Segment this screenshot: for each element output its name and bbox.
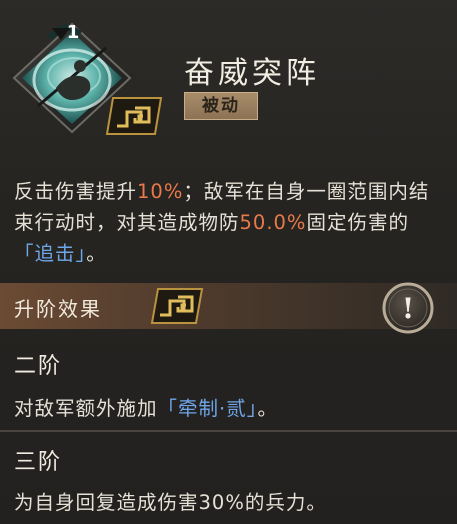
skill-description: 反击伤害提升10%；敌军在自身一圈范围内结束行动时，对其造成物防50.0%固定伤… xyxy=(14,176,444,269)
stage-3-title: 三阶 xyxy=(14,450,63,475)
skill-tooltip-panel: 1 奋威突阵 被动 反击伤害提升10%；敌军在自身一圈范围内结束行动时，对其造成… xyxy=(0,0,457,524)
desc-text: 固定伤害的 xyxy=(306,211,409,234)
exclamation-icon[interactable]: ! xyxy=(378,278,438,338)
stage-2-text-suffix: 。 xyxy=(257,397,278,420)
info-symbol: ! xyxy=(402,292,414,325)
section-divider xyxy=(0,430,457,432)
pursuit-status-link[interactable]: 「追击」 xyxy=(14,242,86,265)
stage-2-text-prefix: 对敌军额外施加 xyxy=(14,397,158,420)
stage-3-text: 为自身回复造成伤害30%的兵力。 xyxy=(14,491,327,514)
skill-name: 奋威突阵 xyxy=(184,56,320,91)
gold-meander-emblem-icon xyxy=(150,288,204,324)
upgrade-effect-title: 升阶效果 xyxy=(14,297,102,321)
skill-type-tag: 被动 xyxy=(184,92,258,120)
stage-2-title: 二阶 xyxy=(14,354,63,379)
skill-level-badge: 1 xyxy=(66,22,80,43)
desc-text: 。 xyxy=(86,242,107,265)
desc-value-counter-damage: 10% xyxy=(137,180,184,203)
stage-2-text: 对敌军额外施加「牵制·贰」。 xyxy=(14,392,278,421)
gold-meander-emblem-icon xyxy=(105,97,163,135)
desc-value-fixed-damage: 50.0% xyxy=(239,211,307,234)
desc-text: 反击伤害提升 xyxy=(14,180,138,203)
restrain-status-link[interactable]: 「牵制·贰」 xyxy=(158,397,258,420)
skill-header: 1 奋威突阵 被动 xyxy=(0,0,457,168)
